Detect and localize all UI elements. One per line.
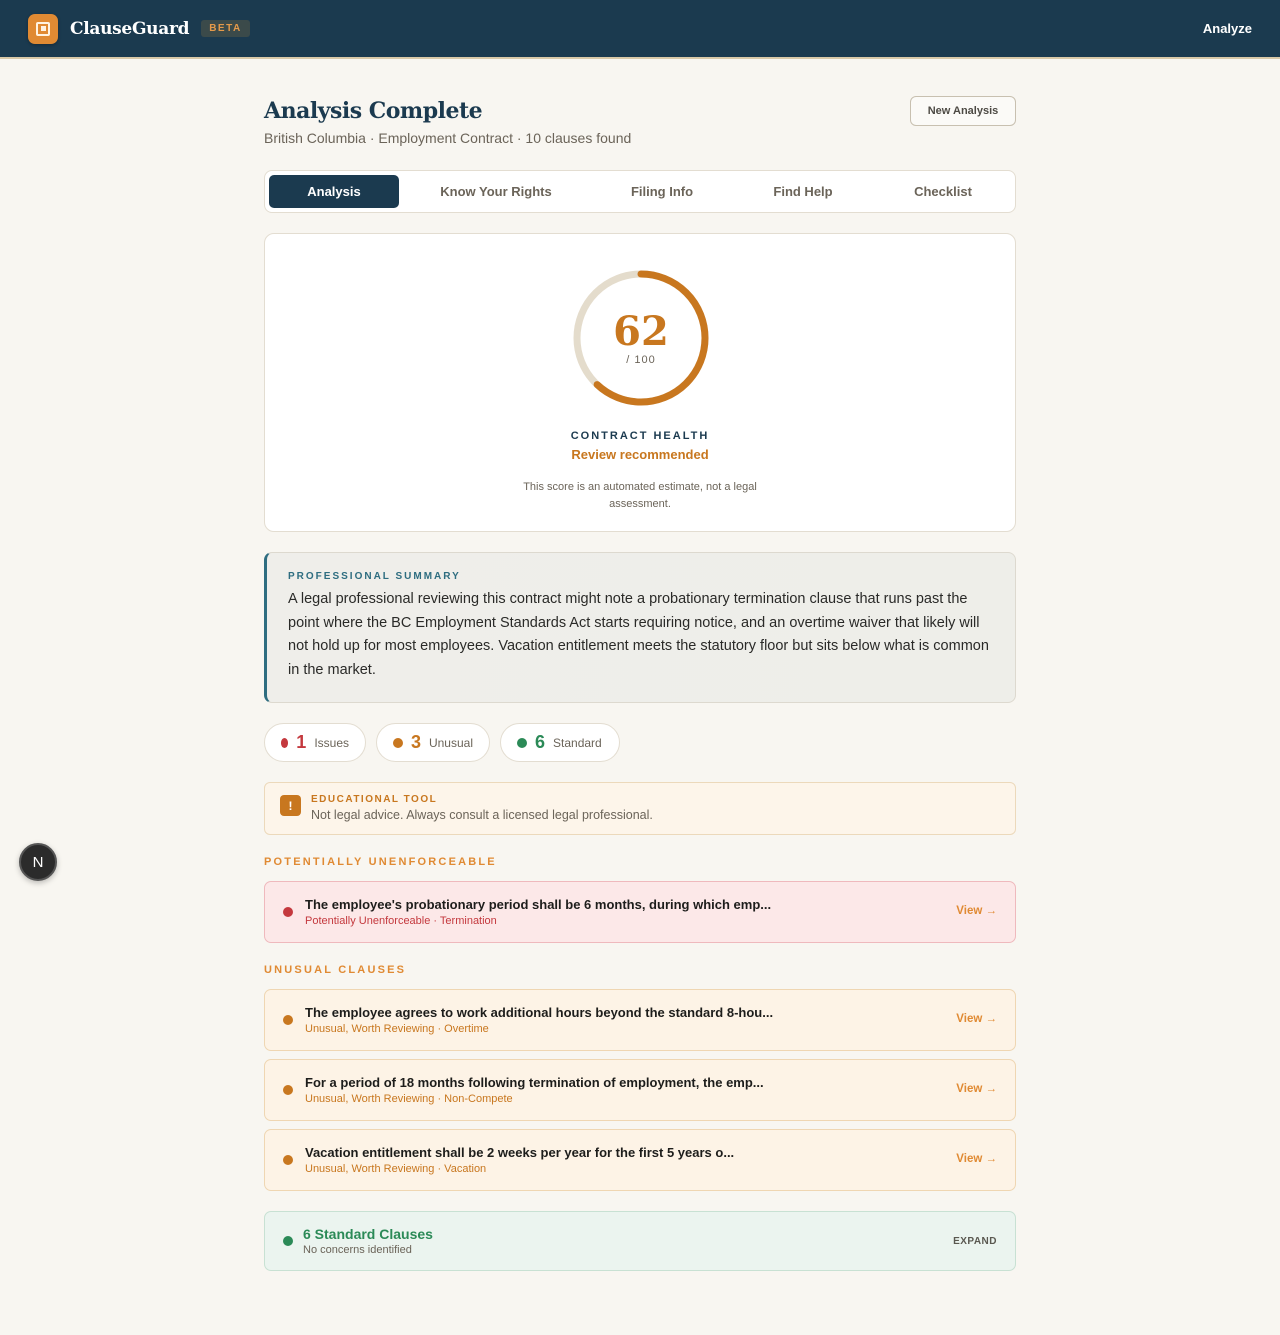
health-score-max: / 100	[626, 354, 656, 366]
score-disclaimer: This score is an automated estimate, not…	[523, 481, 757, 510]
clause-title: For a period of 18 months following term…	[305, 1075, 764, 1090]
logo-icon[interactable]	[28, 13, 58, 44]
unusual-label: Unusual	[428, 735, 473, 750]
warning-icon: !	[280, 795, 301, 816]
clause-meta: Unusual, Worth Reviewing · Overtime	[305, 1023, 489, 1035]
issue-dot-icon	[283, 907, 293, 917]
tab-bar: Analysis Know Your Rights Filing Info Fi…	[264, 170, 1016, 213]
clause-title: The employee's probationary period shall…	[305, 897, 772, 912]
summary-label: PROFESSIONAL SUMMARY	[288, 571, 461, 582]
tab-checklist[interactable]: Checklist	[875, 175, 1011, 208]
standard-clauses-title: 6 Standard Clauses	[303, 1226, 433, 1242]
view-clause-link[interactable]: View →	[956, 1153, 997, 1165]
view-clause-link[interactable]: View →	[956, 1083, 997, 1095]
unusual-count: 3	[410, 732, 421, 752]
unusual-dot-icon	[283, 1085, 293, 1095]
section-label-unenforceable: POTENTIALLY UNENFORCEABLE	[264, 856, 497, 868]
tab-filing-info[interactable]: Filing Info	[593, 175, 731, 208]
tab-know-your-rights[interactable]: Know Your Rights	[399, 175, 593, 208]
clause-card[interactable]: Vacation entitlement shall be 2 weeks pe…	[264, 1129, 1016, 1191]
issues-count-pill[interactable]: 1 Issues	[264, 723, 366, 762]
expand-button[interactable]: EXPAND	[953, 1236, 997, 1247]
professional-summary: PROFESSIONAL SUMMARY A legal professiona…	[264, 552, 1016, 703]
unusual-count-pill[interactable]: 3 Unusual	[376, 723, 490, 762]
standard-clauses-subtitle: No concerns identified	[303, 1244, 412, 1256]
issues-count: 1	[296, 732, 307, 752]
tab-analysis[interactable]: Analysis	[269, 175, 399, 208]
clause-meta: Unusual, Worth Reviewing · Vacation	[305, 1163, 487, 1175]
educational-title: EDUCATIONAL TOOL	[311, 794, 438, 805]
contract-health-label: CONTRACT HEALTH	[570, 430, 710, 442]
beta-badge: BETA	[201, 20, 250, 37]
clause-card[interactable]: The employee agrees to work additional h…	[264, 989, 1016, 1051]
unusual-dot-icon	[393, 737, 403, 748]
new-analysis-button[interactable]: New Analysis	[910, 96, 1016, 126]
page-title: Analysis Complete	[264, 98, 483, 124]
standard-dot-icon	[517, 737, 527, 748]
contract-health-card: 62 / 100 CONTRACT HEALTH Review recommen…	[264, 233, 1016, 532]
health-score-value: 62	[613, 308, 669, 355]
standard-dot-icon	[283, 1236, 293, 1246]
clause-meta: Unusual, Worth Reviewing · Non-Compete	[305, 1093, 513, 1105]
issues-dot-icon	[281, 737, 289, 748]
summary-text: A legal professional reviewing this cont…	[288, 591, 989, 678]
nav-analyze-link[interactable]: Analyze	[1203, 21, 1252, 36]
clause-title: Vacation entitlement shall be 2 weeks pe…	[305, 1145, 735, 1160]
issues-label: Issues	[314, 735, 349, 750]
page-subtitle: British Columbia · Employment Contract ·…	[264, 130, 632, 146]
tab-find-help[interactable]: Find Help	[731, 175, 875, 208]
clause-meta: Potentially Unenforceable · Termination	[305, 915, 497, 927]
view-clause-link[interactable]: View →	[956, 1013, 997, 1025]
unusual-dot-icon	[283, 1155, 293, 1165]
top-navigation-bar: ClauseGuard BETA Analyze	[0, 0, 1280, 59]
clause-card[interactable]: For a period of 18 months following term…	[264, 1059, 1016, 1121]
view-clause-link[interactable]: View →	[956, 905, 997, 917]
contract-health-status: Review recommended	[571, 447, 709, 462]
educational-notice: ! EDUCATIONAL TOOL Not legal advice. Alw…	[264, 782, 1016, 835]
standard-label: Standard	[553, 735, 602, 750]
standard-clauses-panel[interactable]: 6 Standard Clauses No concerns identifie…	[264, 1211, 1016, 1271]
floating-action-button[interactable]: N	[19, 843, 57, 881]
educational-text: Not legal advice. Always consult a licen…	[311, 808, 653, 822]
brand-name[interactable]: ClauseGuard	[70, 19, 189, 39]
clause-title: The employee agrees to work additional h…	[305, 1005, 774, 1020]
standard-count: 6	[535, 732, 546, 752]
standard-count-pill[interactable]: 6 Standard	[500, 723, 620, 762]
section-label-unusual: UNUSUAL CLAUSES	[264, 964, 407, 976]
unusual-dot-icon	[283, 1015, 293, 1025]
clause-card[interactable]: The employee's probationary period shall…	[264, 881, 1016, 943]
